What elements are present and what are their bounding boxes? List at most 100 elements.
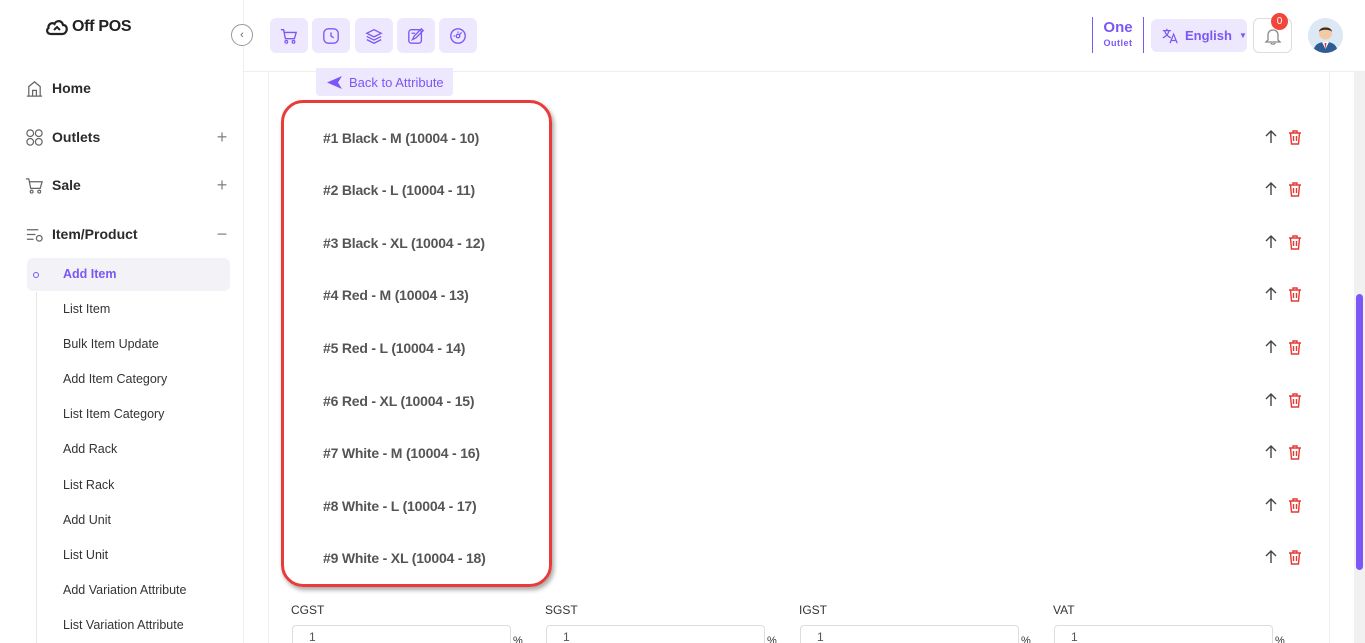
row-actions (1263, 234, 1303, 250)
active-dot-icon (33, 272, 39, 278)
trash-icon[interactable] (1287, 392, 1303, 408)
variation-card: Back to Attribute #1 Black - M (10004 - … (268, 68, 1330, 643)
home-icon (24, 78, 44, 98)
vat-label: VAT (1053, 603, 1075, 617)
variation-label: #6 Red - XL (10004 - 15) (323, 393, 475, 409)
page-scrollbar[interactable] (1354, 72, 1365, 643)
cgst-input[interactable]: 1 (292, 625, 511, 643)
variation-label: #9 White - XL (10004 - 18) (323, 550, 486, 566)
trash-icon[interactable] (1287, 129, 1303, 145)
notification-count-badge: 0 (1271, 13, 1288, 30)
submenu-active-bg (27, 258, 230, 291)
submenu-divider (36, 292, 37, 643)
edit-icon (408, 27, 425, 44)
sidebar-item-label: Sale (52, 177, 81, 193)
variation-label: #8 White - L (10004 - 17) (323, 498, 477, 514)
submenu-add-unit[interactable]: Add Unit (63, 513, 111, 527)
sidebar-item-label: Home (52, 80, 91, 96)
clock-icon (323, 27, 339, 44)
sidebar-item-label: Outlets (52, 129, 101, 145)
row-actions (1263, 549, 1303, 565)
pos-cart-button[interactable] (270, 18, 308, 53)
row-actions (1263, 339, 1303, 355)
trash-icon[interactable] (1287, 181, 1303, 197)
caret-down-icon: ▼ (1238, 31, 1247, 40)
arrow-up-icon[interactable] (1263, 286, 1279, 302)
sidebar-item-home[interactable]: Home (24, 76, 229, 100)
sgst-input[interactable]: 1 (546, 625, 765, 643)
chevron-left-icon: ‹ (240, 29, 244, 41)
logo[interactable]: Off POS (45, 17, 132, 37)
variation-label: #7 White - M (10004 - 16) (323, 445, 480, 461)
sgst-unit: % (767, 635, 777, 643)
register-button[interactable] (312, 18, 350, 53)
submenu-list-rack[interactable]: List Rack (63, 478, 114, 492)
translate-icon (1162, 28, 1178, 43)
variation-label: #5 Red - L (10004 - 14) (323, 340, 466, 356)
arrow-up-icon[interactable] (1263, 392, 1279, 408)
submenu-list-item[interactable]: List Item (63, 302, 110, 316)
outlets-icon (24, 127, 44, 147)
user-avatar[interactable] (1308, 18, 1343, 53)
igst-unit: % (1021, 635, 1031, 643)
submenu-list-unit[interactable]: List Unit (63, 548, 108, 562)
plus-icon[interactable]: + (215, 175, 229, 196)
sidebar-item-sale[interactable]: Sale + (24, 173, 229, 197)
minus-icon[interactable]: − (215, 224, 229, 245)
igst-input[interactable]: 1 (800, 625, 1019, 643)
sidebar-item-label: Item/Product (52, 226, 138, 242)
sidebar-item-item-product[interactable]: Item/Product − (24, 222, 229, 246)
row-actions (1263, 286, 1303, 302)
row-actions (1263, 129, 1303, 145)
arrow-up-icon[interactable] (1263, 234, 1279, 250)
outlet-label: Outlet (1103, 38, 1133, 48)
sidebar-item-outlets[interactable]: Outlets + (24, 125, 229, 149)
arrow-up-icon[interactable] (1263, 444, 1279, 460)
send-back-icon (327, 75, 342, 89)
scrollbar-thumb[interactable] (1356, 294, 1363, 570)
dashboard-button[interactable] (439, 18, 477, 53)
submenu-add-item-category[interactable]: Add Item Category (63, 372, 167, 386)
trash-icon[interactable] (1287, 286, 1303, 302)
language-label: English (1185, 28, 1232, 43)
arrow-up-icon[interactable] (1263, 129, 1279, 145)
submenu-add-rack[interactable]: Add Rack (63, 442, 117, 456)
plus-icon[interactable]: + (215, 127, 229, 148)
variation-label: #1 Black - M (10004 - 10) (323, 130, 480, 146)
arrow-up-icon[interactable] (1263, 339, 1279, 355)
vat-input[interactable]: 1 (1054, 625, 1273, 643)
variation-label: #3 Black - XL (10004 - 12) (323, 235, 485, 251)
collapse-sidebar-button[interactable]: ‹ (231, 24, 253, 46)
user-avatar-icon (1308, 18, 1343, 53)
trash-icon[interactable] (1287, 497, 1303, 513)
arrow-up-icon[interactable] (1263, 181, 1279, 197)
main-content: Back to Attribute #1 Black - M (10004 - … (244, 68, 1353, 643)
submenu-list-item-category[interactable]: List Item Category (63, 407, 164, 421)
cgst-label: CGST (291, 603, 325, 617)
back-to-attribute-button[interactable]: Back to Attribute (316, 68, 453, 96)
trash-icon[interactable] (1287, 339, 1303, 355)
stock-button[interactable] (355, 18, 393, 53)
submenu-add-item[interactable]: Add Item (63, 267, 116, 281)
trash-icon[interactable] (1287, 234, 1303, 250)
back-button-label: Back to Attribute (349, 74, 444, 90)
row-actions (1263, 444, 1303, 460)
arrow-up-icon[interactable] (1263, 497, 1279, 513)
notes-button[interactable] (397, 18, 435, 53)
trash-icon[interactable] (1287, 444, 1303, 460)
sidebar: Off POS Home Outlets + Sale + Item/Produ… (0, 0, 244, 643)
igst-label: IGST (799, 603, 828, 617)
cart-icon (24, 175, 44, 195)
language-dropdown[interactable]: English ▼ (1151, 19, 1247, 52)
product-icon (24, 224, 44, 244)
row-actions (1263, 497, 1303, 513)
outlet-selector[interactable]: One Outlet (1092, 17, 1144, 53)
vat-unit: % (1275, 635, 1285, 643)
cart-icon (280, 28, 298, 44)
submenu-add-variation-attribute[interactable]: Add Variation Attribute (63, 583, 186, 597)
variation-label: #4 Red - M (10004 - 13) (323, 287, 469, 303)
trash-icon[interactable] (1287, 549, 1303, 565)
submenu-bulk-item-update[interactable]: Bulk Item Update (63, 337, 159, 351)
submenu-list-variation-attribute[interactable]: List Variation Attribute (63, 618, 184, 632)
arrow-up-icon[interactable] (1263, 549, 1279, 565)
